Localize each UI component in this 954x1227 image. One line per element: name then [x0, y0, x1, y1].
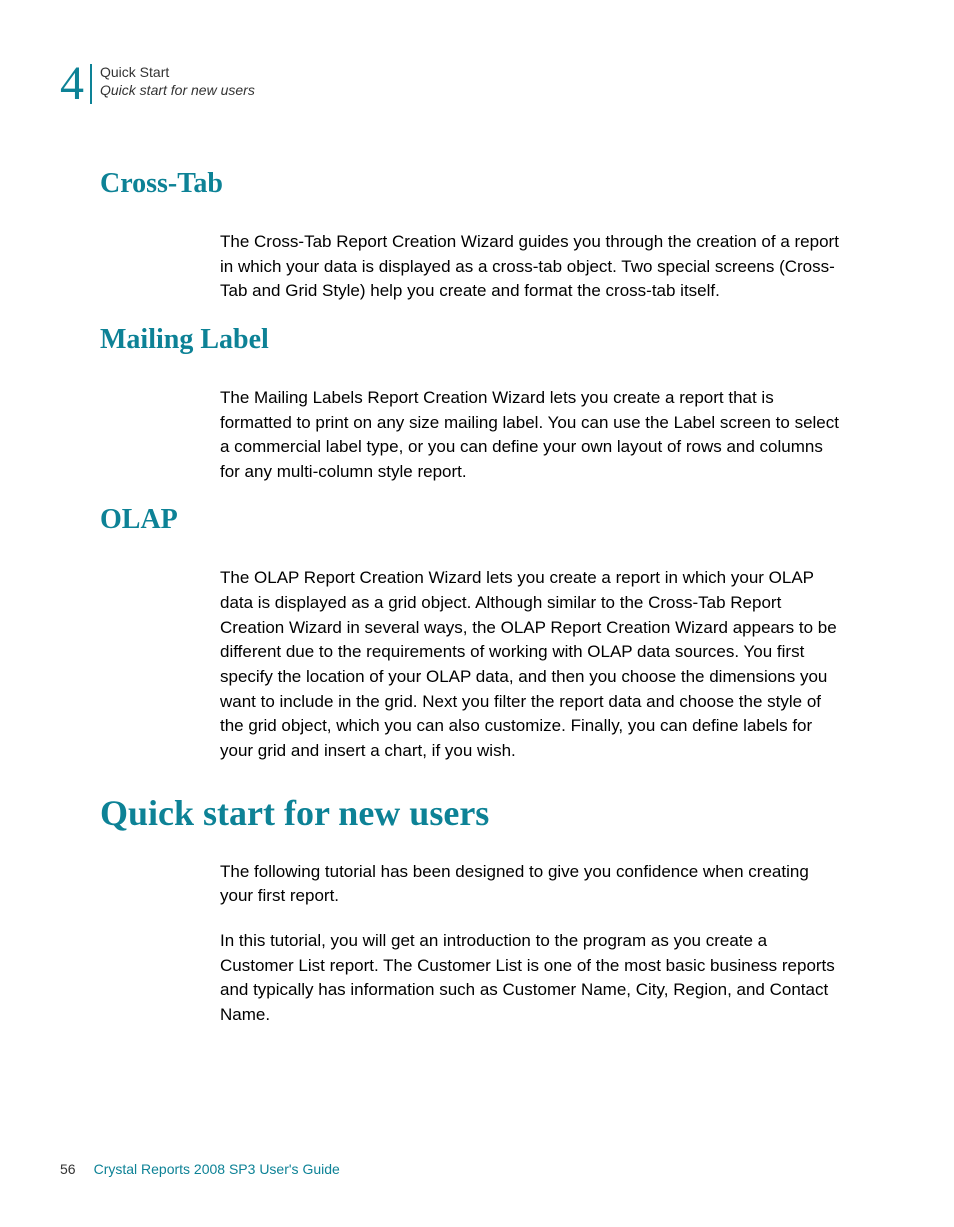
body-quick-start-intro-2: In this tutorial, you will get an introd…	[220, 929, 844, 1028]
page-header: 4 Quick Start Quick start for new users	[60, 60, 864, 108]
chapter-number: 4	[60, 60, 84, 108]
page-number: 56	[60, 1161, 76, 1177]
page-footer: 56 Crystal Reports 2008 SP3 User's Guide	[60, 1161, 340, 1177]
body-olap: The OLAP Report Creation Wizard lets you…	[220, 566, 844, 763]
footer-guide-title: Crystal Reports 2008 SP3 User's Guide	[94, 1161, 340, 1177]
heading-quick-start-new-users: Quick start for new users	[100, 792, 864, 834]
heading-cross-tab: Cross-Tab	[100, 168, 864, 200]
body-cross-tab: The Cross-Tab Report Creation Wizard gui…	[220, 230, 844, 304]
body-quick-start-intro-1: The following tutorial has been designed…	[220, 860, 844, 909]
body-mailing-label: The Mailing Labels Report Creation Wizar…	[220, 386, 844, 485]
header-section-subtitle: Quick start for new users	[100, 81, 255, 99]
heading-mailing-label: Mailing Label	[100, 324, 864, 356]
heading-olap: OLAP	[100, 504, 864, 536]
header-text-block: Quick Start Quick start for new users	[100, 60, 255, 99]
header-chapter-title: Quick Start	[100, 63, 255, 81]
header-divider	[90, 64, 92, 104]
